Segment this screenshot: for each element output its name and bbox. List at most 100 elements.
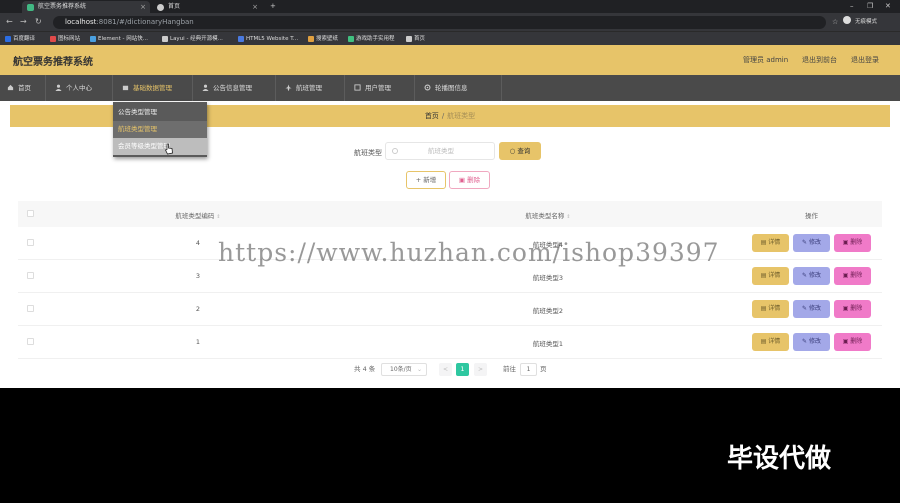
profile-label[interactable]: 无痕模式 xyxy=(855,16,877,28)
url-host: localhost xyxy=(65,18,97,26)
star-icon[interactable]: ☆ xyxy=(832,16,838,28)
user-icon xyxy=(55,84,62,91)
bookmark[interactable]: 图标网站 xyxy=(50,32,80,46)
cell-name: 航班类型1 xyxy=(532,340,564,348)
globe-icon xyxy=(157,4,164,11)
page-size-select[interactable]: 10条/页 ⌄ xyxy=(381,363,427,376)
menu-item-flights[interactable]: 航班管理 xyxy=(276,75,345,101)
page-unit-label: 页 xyxy=(540,365,547,373)
bookmark-label: 图标网站 xyxy=(58,36,81,42)
breadcrumb-home[interactable]: 首页 xyxy=(425,112,439,120)
bookmark-label: 百度翻译 xyxy=(13,36,36,42)
header-ops: 操作 xyxy=(805,212,818,220)
prev-page-button[interactable]: < xyxy=(439,363,452,376)
reload-icon[interactable]: ↻ xyxy=(35,16,42,28)
pencil-icon: ✎ xyxy=(802,272,809,279)
pencil-icon: ✎ xyxy=(802,338,809,345)
edit-button[interactable]: ✎ 修改 xyxy=(793,267,830,285)
close-icon[interactable]: × xyxy=(252,1,258,13)
browser-tab[interactable]: 首页 × xyxy=(152,1,262,13)
close-icon[interactable]: × xyxy=(140,1,146,13)
bookmark[interactable]: 百度翻译 xyxy=(5,32,35,46)
bookmark[interactable]: Element - 网站快... xyxy=(90,32,148,46)
edit-label: 修改 xyxy=(808,305,821,312)
overlay-caption: 毕设代做 xyxy=(727,444,832,474)
app-header: 航空票务推荐系统 管理员 admin 退出到前台 退出登录 xyxy=(0,45,900,75)
bookmark[interactable]: 游戏助手实用程 xyxy=(348,32,395,46)
back-icon[interactable]: ← xyxy=(6,16,13,28)
delete-button[interactable]: ▣ 删除 xyxy=(834,300,871,318)
select-all-checkbox[interactable] xyxy=(27,210,34,217)
delete-label: 删除 xyxy=(850,272,863,279)
users-icon xyxy=(354,84,361,91)
menu-item-basic-data[interactable]: 基础数据管理 xyxy=(113,75,193,101)
dropdown-item-member-level[interactable]: 会员等级类型管理 xyxy=(113,138,207,155)
new-tab-button[interactable]: + xyxy=(270,0,276,12)
menu-label: 个人中心 xyxy=(66,84,92,92)
search-input[interactable]: 航班类型 xyxy=(385,142,495,160)
forward-icon[interactable]: → xyxy=(20,16,27,28)
next-page-button[interactable]: > xyxy=(474,363,487,376)
bookmark[interactable]: HTML5 Website T... xyxy=(238,32,298,46)
cell-code: 1 xyxy=(195,338,201,346)
query-label: 查询 xyxy=(517,147,531,155)
bookmark-icon xyxy=(5,36,11,42)
row-checkbox[interactable] xyxy=(27,338,34,345)
menu-label: 公告信息管理 xyxy=(213,84,252,92)
vue-icon xyxy=(27,4,34,11)
query-button[interactable]: ○ 查询 xyxy=(499,142,541,160)
menu-item-notice[interactable]: 公告信息管理 xyxy=(193,75,276,101)
dropdown-item-flight-type[interactable]: 航班类型管理 xyxy=(113,121,207,138)
delete-button[interactable]: ▣ 删除 xyxy=(834,333,871,351)
header-code[interactable]: 航班类型编码 ⇕ xyxy=(118,210,278,220)
view-button[interactable]: ▤ 详情 xyxy=(752,234,789,252)
gear-icon xyxy=(424,84,431,91)
bookmark-label: HTML5 Website T... xyxy=(246,36,299,42)
delete-button[interactable]: ▣ 删除 xyxy=(834,267,871,285)
delete-label: 删除 xyxy=(850,338,863,345)
add-label: 新增 xyxy=(423,176,437,184)
minimize-icon[interactable]: – xyxy=(850,0,854,12)
menu-item-profile[interactable]: 个人中心 xyxy=(46,75,113,101)
bookmark-icon xyxy=(50,36,56,42)
back-to-front-link[interactable]: 退出到前台 xyxy=(802,55,837,65)
view-label: 详情 xyxy=(768,272,781,279)
menu-item-users[interactable]: 用户管理 xyxy=(345,75,415,101)
sort-icon[interactable]: ⇕ xyxy=(566,214,570,220)
bookmark-icon xyxy=(162,36,168,42)
edit-button[interactable]: ✎ 修改 xyxy=(793,300,830,318)
batch-delete-button[interactable]: ▣ 删除 xyxy=(449,171,490,189)
top-menu: 首页 个人中心 基础数据管理 公告信息管理 航班管理 用户管理 轮播图信息 xyxy=(0,75,900,101)
edit-button[interactable]: ✎ 修改 xyxy=(793,333,830,351)
row-checkbox[interactable] xyxy=(27,305,34,312)
bookmark[interactable]: 搜索壁纸 xyxy=(308,32,338,46)
sort-icon[interactable]: ⇕ xyxy=(216,214,220,220)
tab-title: 首页 xyxy=(168,3,181,10)
pencil-icon: ✎ xyxy=(802,239,809,246)
goto-page-input[interactable]: 1 xyxy=(520,363,537,376)
address-bar[interactable]: localhost:8081/#/dictionaryHangban xyxy=(53,16,826,29)
delete-button[interactable]: ▣ 删除 xyxy=(834,234,871,252)
menu-item-home[interactable]: 首页 xyxy=(0,75,46,101)
close-window-icon[interactable]: ✕ xyxy=(885,0,891,12)
add-button[interactable]: + 新增 xyxy=(406,171,446,189)
dropdown-item-notice-type[interactable]: 公告类型管理 xyxy=(113,104,207,121)
view-button[interactable]: ▤ 详情 xyxy=(752,267,789,285)
view-button[interactable]: ▤ 详情 xyxy=(752,333,789,351)
logout-link[interactable]: 退出登录 xyxy=(851,55,879,65)
current-page-button[interactable]: 1 xyxy=(456,363,469,376)
menu-label: 用户管理 xyxy=(365,84,391,92)
row-checkbox[interactable] xyxy=(27,239,34,246)
browser-tab-active[interactable]: 航空票务推荐系统 × xyxy=(22,1,150,13)
bookmark[interactable]: 首页 xyxy=(406,32,425,46)
edit-button[interactable]: ✎ 修改 xyxy=(793,234,830,252)
row-checkbox[interactable] xyxy=(27,272,34,279)
bookmark-label: 游戏助手实用程 xyxy=(356,36,395,42)
maximize-icon[interactable]: ❐ xyxy=(867,0,873,12)
edit-label: 修改 xyxy=(808,239,821,246)
header-name[interactable]: 航班类型名称 ⇕ xyxy=(468,210,628,220)
menu-item-carousel[interactable]: 轮播图信息 xyxy=(415,75,502,101)
bookmark[interactable]: Layui - 经典开源模... xyxy=(162,32,223,46)
browser-toolbar: ← → ↻ localhost:8081/#/dictionaryHangban… xyxy=(0,13,900,31)
view-button[interactable]: ▤ 详情 xyxy=(752,300,789,318)
